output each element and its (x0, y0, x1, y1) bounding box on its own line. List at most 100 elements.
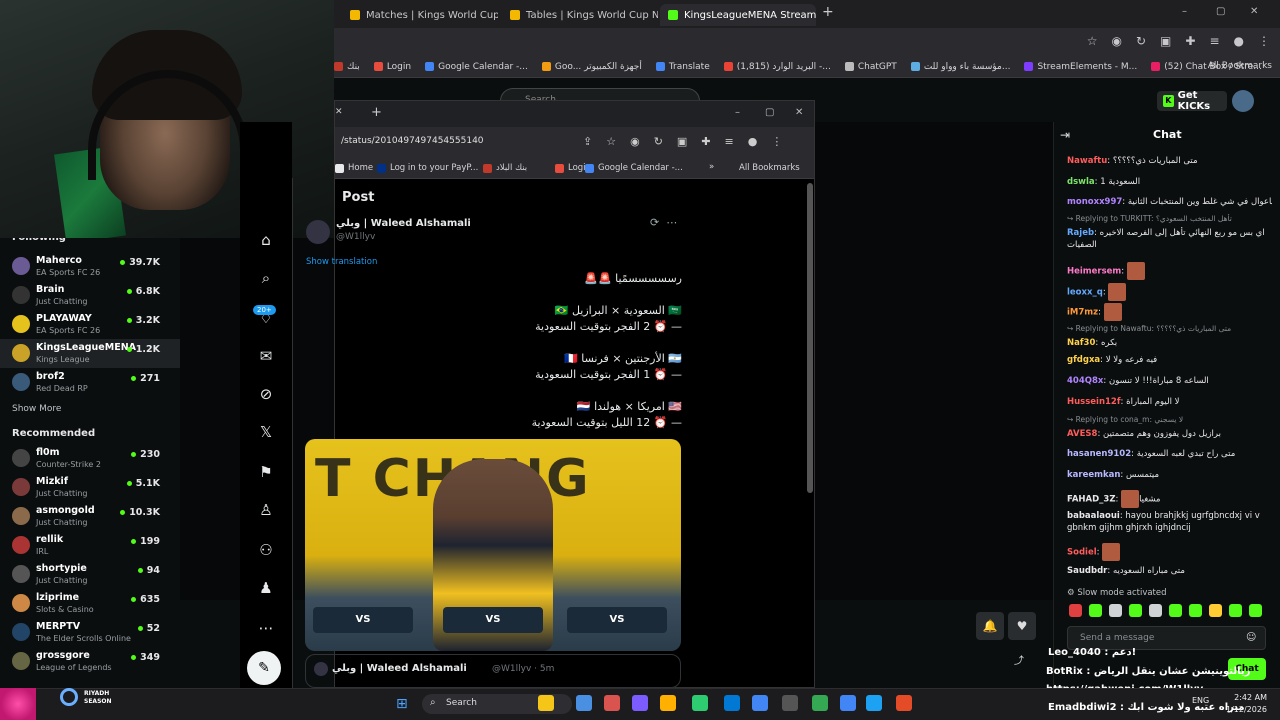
heart-icon[interactable]: ♥ (1008, 612, 1036, 640)
emote-icon[interactable] (1149, 604, 1162, 617)
extension-icon[interactable]: ↻ (1136, 34, 1146, 48)
new-tab-button[interactable]: + (822, 4, 834, 20)
more-options-icon[interactable]: ⟳ ⋯ (650, 216, 677, 229)
chat-username[interactable]: FAHAD_3Z (1067, 495, 1116, 505)
emote-icon[interactable] (1089, 604, 1102, 617)
collapse-chat-icon[interactable]: ⇥ (1060, 128, 1070, 142)
maximize-button[interactable]: ▢ (765, 107, 774, 118)
bookmark-item[interactable]: Google Calendar -... (585, 163, 683, 173)
star-icon[interactable]: ☆ (606, 135, 616, 148)
star-icon[interactable]: ☆ (1087, 34, 1098, 48)
compose-post-button[interactable]: ✎ (247, 651, 281, 685)
sidebar-channel-item[interactable]: MERPTV The Elder Scrolls Online 52 (0, 618, 180, 647)
close-icon[interactable]: ✕ (335, 107, 343, 117)
chat-username[interactable]: gfdgxa (1067, 355, 1100, 365)
sidebar-channel-item[interactable]: Brain Just Chatting 6.8K (0, 281, 180, 310)
emote-icon[interactable] (1209, 604, 1222, 617)
taskbar-app-icon[interactable] (632, 695, 648, 711)
chat-username[interactable]: iM7mz (1067, 308, 1098, 318)
emote-icon[interactable] (1249, 604, 1262, 617)
communities-icon[interactable]: ⚇ (256, 540, 276, 560)
profile-icon[interactable]: ● (1234, 34, 1244, 48)
tab-matches[interactable]: Matches | Kings World Cup Na ✕ (342, 4, 498, 26)
chat-username[interactable]: monoxx997 (1067, 197, 1122, 207)
minimize-button[interactable]: – (735, 107, 740, 118)
chat-username[interactable]: 404Q8x (1067, 376, 1103, 386)
more-bookmarks-button[interactable]: » (709, 162, 714, 172)
show-more-link[interactable]: Show More (12, 404, 61, 414)
sidebar-channel-item[interactable]: brof2 Red Dead RP 271 (0, 368, 180, 397)
post-image[interactable]: T CHANG VS VS VS (305, 439, 681, 651)
bookmark-item[interactable]: StreamElements - M... (1024, 62, 1137, 72)
chat-message[interactable]: Sodiel: (1067, 543, 1272, 561)
extension-icon[interactable]: ↻ (654, 135, 663, 148)
sidebar-channel-item[interactable]: Maherco EA Sports FC 26 39.7K (0, 252, 180, 281)
mail-icon[interactable]: ✉ (256, 346, 276, 366)
scrollbar[interactable] (807, 183, 813, 493)
more-icon[interactable]: ⋯ (256, 618, 276, 638)
search-icon[interactable]: ⌕ (256, 268, 276, 288)
profile-icon[interactable]: ● (748, 135, 758, 148)
chat-username[interactable]: Hussein12f (1067, 397, 1121, 407)
puzzle-icon[interactable]: ✚ (1185, 34, 1195, 48)
bookmark-icon[interactable]: ⚑ (256, 462, 276, 482)
extension-icon[interactable]: ◉ (630, 135, 640, 148)
bookmark-item[interactable]: Log in to your PayP... (377, 163, 478, 173)
taskbar-app-icon[interactable] (866, 695, 882, 711)
chat-message[interactable]: 404Q8x: الساعه 8 مباراة!!! لا تنسون (1067, 375, 1272, 387)
taskbar-app-icon[interactable] (840, 695, 856, 711)
chat-message[interactable]: Hussein12f: لا اليوم المباراة (1067, 396, 1272, 408)
sidebar-channel-item[interactable]: Mizkif Just Chatting 5.1K (0, 473, 180, 502)
emote-icon[interactable] (1129, 604, 1142, 617)
chat-message[interactable]: kareemkan: ميتمسس (1067, 469, 1272, 481)
emote-icon[interactable] (1069, 604, 1082, 617)
bookmark-item[interactable]: Home (335, 163, 373, 173)
chat-username[interactable]: Saudbdr (1067, 566, 1107, 576)
install-icon[interactable]: ⇪ (583, 135, 592, 148)
chat-message[interactable]: dswla: السعودية 1 (1067, 176, 1272, 188)
emote-icon[interactable] (1169, 604, 1182, 617)
tab-kick-stream[interactable]: KingsLeagueMENA Stream - W ✕ (660, 4, 816, 26)
tab-tables[interactable]: Tables | Kings World Cup Natio ✕ (502, 4, 658, 26)
chat-message[interactable]: Heimersem: (1067, 262, 1272, 280)
menu-icon[interactable]: ⋮ (771, 135, 782, 148)
maximize-button[interactable]: ▢ (1216, 6, 1225, 17)
chat-message[interactable]: monoxx997: ياعوال في شي غلط وين المنتخبا… (1067, 196, 1272, 208)
emote-icon[interactable] (1189, 604, 1202, 617)
bookmark-item[interactable]: Login (373, 62, 411, 72)
sidebar-channel-item[interactable]: lziprime Slots & Casino 635 (0, 589, 180, 618)
jobs-icon[interactable]: ♙ (256, 500, 276, 520)
taskbar-app-icon[interactable] (896, 695, 912, 711)
home-icon[interactable]: ⌂ (256, 230, 276, 250)
taskbar-app-icon[interactable] (692, 695, 708, 711)
chat-username[interactable]: AVES8 (1067, 429, 1097, 439)
chat-username[interactable]: Nawaftu (1067, 156, 1107, 166)
windows-start-icon[interactable]: ⊞ (396, 696, 408, 712)
sidebar-channel-item[interactable]: PLAYAWAY EA Sports FC 26 3.2K (0, 310, 180, 339)
chat-username[interactable]: kareemkan (1067, 470, 1120, 480)
emote-icon[interactable] (1229, 604, 1242, 617)
chat-message[interactable]: leoxx_q: (1067, 283, 1272, 301)
taskbar-app-icon[interactable] (576, 695, 592, 711)
chat-message[interactable]: FAHAD_3Z: مشغيا (1067, 490, 1272, 508)
sidebar-channel-item[interactable]: grossgore League of Legends 349 (0, 647, 180, 676)
chat-message[interactable]: Naf30: بكره (1067, 337, 1272, 349)
taskbar-app-icon[interactable] (752, 695, 768, 711)
address-bar[interactable]: ☆ ◉ ↻ ▣ ✚ ≡ ● ⋮ (334, 28, 1280, 56)
new-tab-button[interactable]: + (371, 105, 382, 120)
bookmark-item[interactable]: Google Calendar -... (425, 62, 528, 72)
bookmark-item[interactable]: بنك (334, 62, 360, 72)
close-window-button[interactable]: ✕ (795, 107, 803, 118)
extension-icon[interactable]: ▣ (677, 135, 687, 148)
all-bookmarks-button[interactable]: All Bookmarks (739, 163, 800, 173)
profile-icon[interactable]: ♟ (256, 578, 276, 598)
avatar[interactable] (314, 662, 328, 676)
chat-message[interactable]: gfdgxa: فيه فرعه ولا لا (1067, 354, 1272, 366)
sidebar-channel-item[interactable]: KingsLeagueMENA Kings League 1.2K (0, 339, 180, 368)
menu-icon[interactable]: ⋮ (1258, 34, 1270, 48)
puzzle-icon[interactable]: ✚ (701, 135, 710, 148)
user-avatar[interactable] (1232, 90, 1254, 112)
taskbar-app-icon[interactable] (812, 695, 828, 711)
share-icon[interactable]: ⤴ (1014, 652, 1024, 667)
author-name[interactable]: وبلي | Waleed Alshamali (336, 218, 471, 229)
